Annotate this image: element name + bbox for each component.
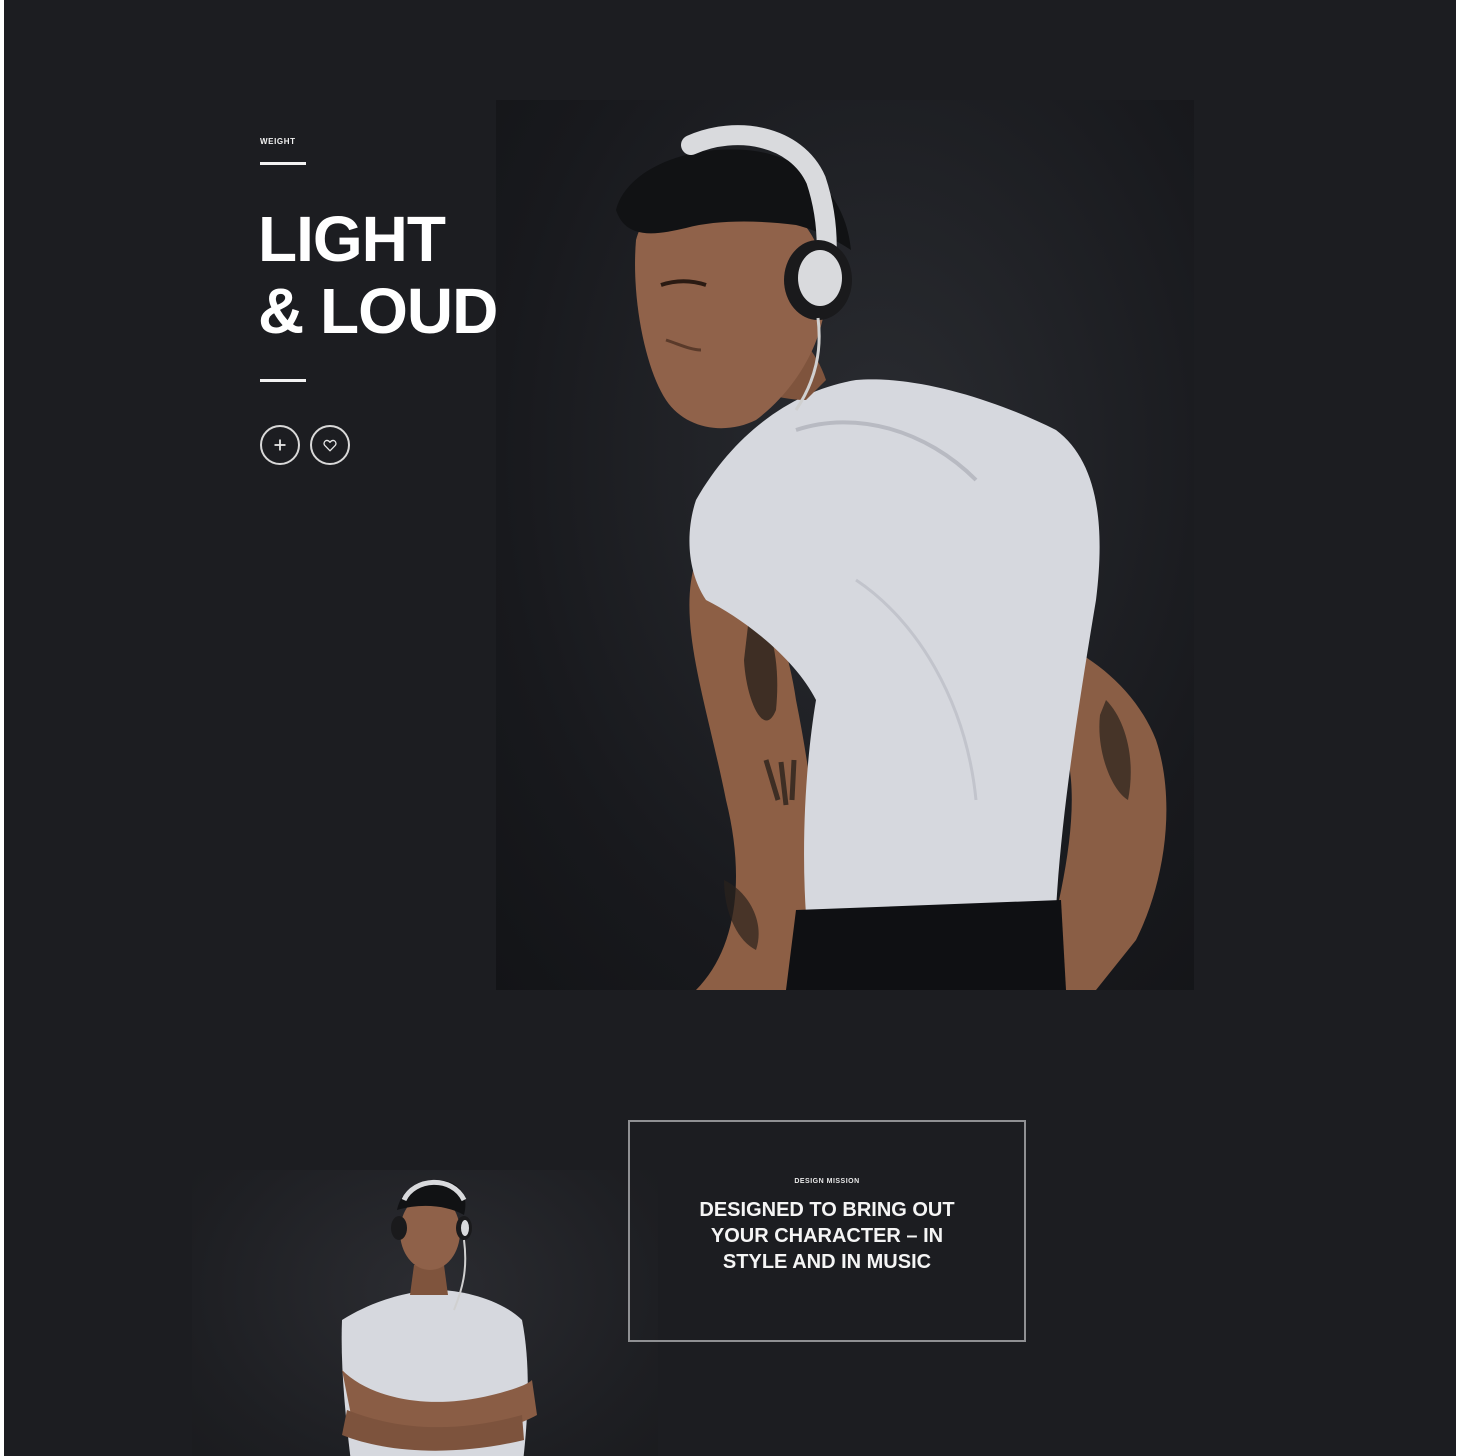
headline-line-1: LIGHT bbox=[258, 203, 446, 275]
divider-bottom bbox=[260, 379, 306, 382]
secondary-model-illustration bbox=[341, 1179, 537, 1456]
secondary-photo bbox=[192, 1170, 658, 1456]
add-button[interactable] bbox=[260, 425, 300, 465]
hero-headline: LIGHT & LOUD bbox=[258, 203, 498, 347]
eyebrow-label: WEIGHT bbox=[260, 137, 296, 146]
mission-statement: DESIGNED TO BRING OUT YOUR CHARACTER – I… bbox=[699, 1198, 955, 1273]
favorite-button[interactable] bbox=[310, 425, 350, 465]
divider-top bbox=[260, 162, 306, 165]
page: WEIGHT LIGHT & LOUD DESIGN MISSION DESIG… bbox=[4, 0, 1456, 1456]
plus-icon bbox=[274, 439, 286, 451]
hero-model-illustration bbox=[616, 125, 1167, 990]
heart-icon bbox=[323, 439, 337, 451]
hero-photo bbox=[496, 100, 1194, 990]
design-mission-box: DESIGN MISSION DESIGNED TO BRING OUT YOU… bbox=[628, 1120, 1026, 1342]
mission-label: DESIGN MISSION bbox=[794, 1177, 860, 1185]
headline-line-2: & LOUD bbox=[258, 275, 498, 347]
